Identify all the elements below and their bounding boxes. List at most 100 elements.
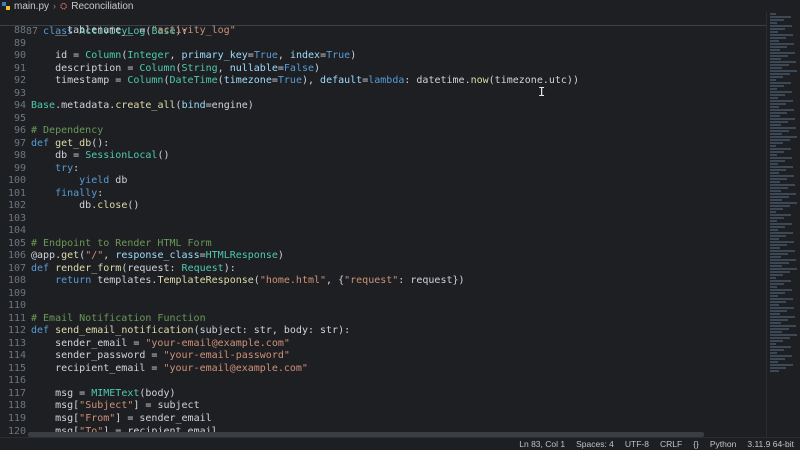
minimap-line	[770, 307, 794, 309]
code-text: yield db	[79, 175, 128, 187]
line-number: 113	[7, 337, 26, 349]
minimap-line	[770, 91, 792, 93]
code-text: msg["Subject"] = subject	[31, 400, 200, 412]
class-symbol-icon: ⛭	[60, 0, 68, 11]
sticky-scroll-header[interactable]: 87 class ActivityLog(Base):	[0, 12, 766, 37]
code-line[interactable]: 97 def get_db():	[0, 138, 766, 151]
code-line[interactable]: 115 recipient_email = "your-email@exampl…	[0, 363, 766, 376]
code-line[interactable]: 92 timestamp = Column(DateTime(timezone=…	[0, 75, 766, 88]
line-number: 117	[7, 387, 26, 399]
line-number: 96	[13, 125, 26, 137]
line-number: 95	[13, 112, 26, 124]
code-line[interactable]: 102 db.close()	[0, 200, 766, 213]
status-language[interactable]: Python	[710, 439, 736, 449]
code-line[interactable]: 90 id = Column(Integer, primary_key=True…	[0, 50, 766, 63]
code-text: __tablename__ = "activity_log"	[31, 25, 236, 36]
code-text: msg["From"] = sender_email	[31, 412, 212, 424]
minimap-line	[770, 175, 794, 177]
minimap-line	[770, 181, 780, 183]
minimap-line	[770, 346, 791, 348]
code-line[interactable]: 95	[0, 113, 766, 126]
minimap-line	[770, 67, 782, 69]
code-line[interactable]: 100 yield db	[0, 175, 766, 188]
status-bar: Ln 83, Col 1 Spaces: 4 UTF-8 CRLF {} Pyt…	[0, 437, 800, 450]
code-text: # Dependency	[31, 125, 104, 137]
code-line[interactable]: 103	[0, 213, 766, 226]
code-line[interactable]: 91 description = Column(String, nullable…	[0, 63, 766, 76]
code-line[interactable]: 112 def send_email_notification(subject: …	[0, 325, 766, 338]
code-line[interactable]: 93	[0, 88, 766, 101]
status-indentation[interactable]: Spaces: 4	[576, 439, 614, 449]
minimap-line	[770, 364, 793, 366]
code-line[interactable]: 108 return templates.TemplateResponse("h…	[0, 275, 766, 288]
code-line[interactable]: 99 try:	[0, 163, 766, 176]
minimap-line	[770, 367, 786, 369]
code-line[interactable]: 119 msg["From"] = sender_email	[0, 413, 766, 426]
line-number: 90	[13, 50, 26, 62]
minimap-line	[770, 73, 790, 75]
breadcrumb-file[interactable]: main.py	[14, 1, 49, 12]
breadcrumb-symbol[interactable]: Reconciliation	[71, 1, 133, 12]
code-line[interactable]: 106 @app.get("/", response_class=HTMLResp…	[0, 250, 766, 263]
code-line[interactable]: 110	[0, 300, 766, 313]
minimap-line	[770, 43, 794, 45]
minimap-line	[770, 298, 793, 300]
code-text: try:	[55, 162, 80, 174]
code-line[interactable]: 89	[0, 38, 766, 51]
line-number: 108	[7, 275, 26, 287]
minimap-line	[770, 316, 795, 318]
status-eol[interactable]: CRLF	[660, 439, 682, 449]
minimap-line	[770, 22, 777, 24]
minimap-line	[770, 145, 776, 147]
minimap-line	[770, 205, 790, 207]
code-line[interactable]: 98 db = SessionLocal()	[0, 150, 766, 163]
line-number: 88	[13, 25, 26, 36]
code-text: sender_password = "your-email-password"	[31, 350, 290, 362]
minimap-line	[770, 310, 787, 312]
text-cursor-icon: I	[538, 85, 546, 99]
minimap-line	[770, 292, 785, 294]
minimap-line	[770, 244, 787, 246]
code-line[interactable]: 113 sender_email = "your-email@example.c…	[0, 338, 766, 351]
code-editor[interactable]: 88 __tablename__ = "activity_log" 89 90 id…	[0, 25, 766, 437]
minimap-line	[770, 85, 784, 87]
status-encoding[interactable]: UTF-8	[625, 439, 649, 449]
code-line[interactable]: 96 # Dependency	[0, 125, 766, 138]
code-line[interactable]: 118 msg["Subject"] = subject	[0, 400, 766, 413]
minimap-line	[770, 169, 786, 171]
line-number: 118	[7, 400, 26, 412]
minimap-line	[770, 349, 784, 351]
code-text: # Endpoint to Render HTML Form	[31, 237, 212, 249]
minimap[interactable]	[766, 12, 800, 437]
code-line[interactable]: 111 # Email Notification Function	[0, 313, 766, 326]
status-python-version[interactable]: 3.11.9 64-bit	[747, 439, 794, 449]
status-cursor-position[interactable]: Ln 83, Col 1	[519, 439, 565, 449]
minimap-line	[770, 94, 785, 96]
minimap-line	[770, 52, 795, 54]
code-line[interactable]: 107 def render_form(request: Request):	[0, 263, 766, 276]
code-line[interactable]: 101 finally:	[0, 188, 766, 201]
line-number: 101	[7, 187, 26, 199]
code-line[interactable]: 88 __tablename__ = "activity_log"	[0, 25, 766, 38]
code-line[interactable]: 94 Base.metadata.create_all(bind=engine)	[0, 100, 766, 113]
line-number: 115	[7, 362, 26, 374]
minimap-line	[770, 151, 784, 153]
code-line[interactable]: 114 sender_password = "your-email-passwo…	[0, 350, 766, 363]
line-number: 94	[13, 100, 26, 112]
code-line[interactable]: 104	[0, 225, 766, 238]
code-line[interactable]: 105 # Endpoint to Render HTML Form	[0, 238, 766, 251]
code-text: id = Column(Integer, primary_key=True, i…	[31, 50, 357, 62]
line-number: 107	[7, 262, 26, 274]
line-number: 103	[7, 212, 26, 224]
code-line[interactable]: 117 msg = MIMEText(body)	[0, 388, 766, 401]
line-number: 102	[7, 200, 26, 212]
code-line[interactable]: 116	[0, 375, 766, 388]
minimap-line	[770, 355, 792, 357]
minimap-line	[770, 343, 776, 345]
code-line[interactable]: 109	[0, 288, 766, 301]
minimap-line	[770, 370, 779, 372]
status-braces-icon[interactable]: {}	[693, 439, 699, 449]
minimap-line	[770, 13, 776, 15]
minimap-line	[770, 232, 793, 234]
minimap-line	[770, 88, 777, 90]
